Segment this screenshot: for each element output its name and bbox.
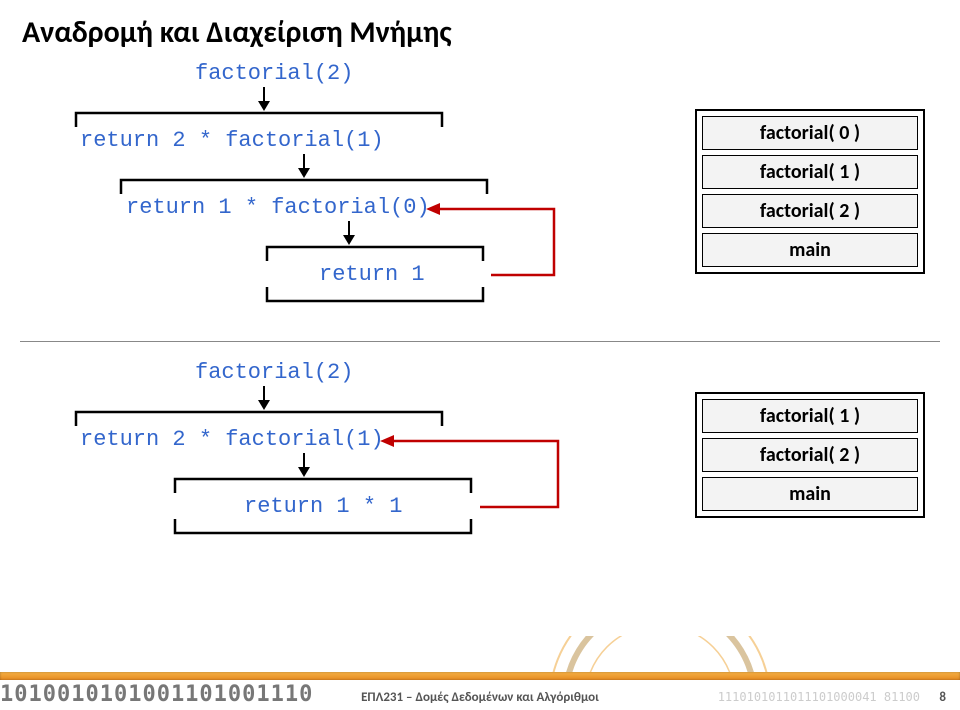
hook-arrow-icon — [426, 201, 566, 281]
stack-frame: main — [702, 477, 918, 511]
code-return-1x1: return 1 * 1 — [244, 494, 402, 519]
stack-frame: factorial( 1 ) — [702, 399, 918, 433]
arrow-down-icon — [258, 386, 270, 410]
code-call-lower: factorial(2) — [195, 360, 353, 385]
lower-section: factorial(2) return 2 * factorial(1) ret… — [0, 342, 960, 592]
bracket-icon — [119, 178, 489, 194]
stack-frame: factorial( 2 ) — [702, 194, 918, 228]
code-return-2x-lower: return 2 * factorial(1) — [80, 427, 384, 452]
code-return-1x: return 1 * factorial(0) — [126, 195, 430, 220]
arrow-down-icon — [298, 453, 310, 477]
bracket-bottom-icon — [265, 287, 485, 303]
bracket-icon — [74, 410, 444, 426]
stack-frame: factorial( 0 ) — [702, 116, 918, 150]
code-return-2x: return 2 * factorial(1) — [80, 128, 384, 153]
bracket-icon — [74, 111, 444, 127]
arrow-down-icon — [298, 154, 310, 178]
call-stack-upper: factorial( 0 ) factorial( 1 ) factorial(… — [695, 109, 925, 274]
code-call-upper: factorial(2) — [195, 61, 353, 86]
upper-section: factorial(2) return 2 * factorial(1) ret… — [0, 51, 960, 341]
stack-frame: factorial( 2 ) — [702, 438, 918, 472]
footer-course-text: ΕΠΛ231 – Δομές Δεδομένων και Αλγόριθμοι — [0, 690, 960, 705]
arrow-down-icon — [258, 87, 270, 111]
call-stack-lower: factorial( 1 ) factorial( 2 ) main — [695, 392, 925, 518]
hook-arrow-icon — [380, 433, 570, 513]
arrow-down-icon — [343, 221, 355, 245]
stack-frame: main — [702, 233, 918, 267]
orange-band — [0, 672, 960, 680]
bracket-bottom-icon — [173, 519, 473, 535]
stack-frame: factorial( 1 ) — [702, 155, 918, 189]
code-return-1: return 1 — [319, 262, 425, 287]
page-number: 8 — [939, 690, 946, 705]
slide-footer: 1010010101001101001110 11101010110111010… — [0, 636, 960, 710]
slide-title: Αναδρομή και Διαχείριση Μνήμης — [0, 0, 960, 51]
